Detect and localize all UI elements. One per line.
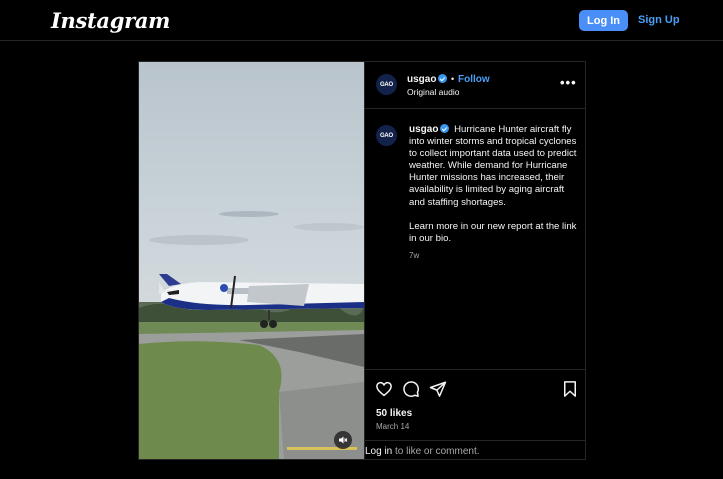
share-icon[interactable] (429, 380, 447, 398)
comment-icon[interactable] (402, 380, 420, 398)
author-avatar[interactable]: GAO (376, 74, 397, 95)
follow-button[interactable]: Follow (458, 74, 490, 85)
comment-prompt-text: to like or comment. (392, 446, 480, 457)
instagram-logo[interactable]: Instagram (51, 8, 170, 33)
more-options-icon[interactable]: ••• (560, 75, 577, 90)
caption-author-avatar[interactable]: GAO (376, 125, 397, 146)
top-navigation-bar: Instagram Log In Sign Up (0, 0, 723, 41)
heart-icon[interactable] (375, 380, 393, 398)
log-in-button[interactable]: Log In (579, 10, 628, 31)
caption-paragraph-1: Hurricane Hunter aircraft fly into winte… (409, 124, 577, 208)
post-header: GAO usgao • Follow Original audio ••• (365, 62, 585, 109)
author-username-link[interactable]: usgao (407, 74, 436, 85)
caption-author-username: usgao (409, 124, 450, 135)
caption-paragraph-2: Learn more in our new report at the link… (409, 220, 577, 244)
post-date: March 14 (376, 422, 410, 431)
audio-label[interactable]: Original audio (407, 87, 459, 97)
sign-up-link[interactable]: Sign Up (638, 14, 680, 26)
author-username: usgao (407, 74, 448, 85)
separator-dot: • (451, 74, 455, 84)
bookmark-icon[interactable] (561, 380, 579, 398)
post-actions: 50 likes March 14 Log in to like or comm… (365, 369, 585, 459)
video-frame (139, 62, 364, 459)
post-card: GAO usgao • Follow Original audio ••• GA… (138, 61, 586, 460)
caption-section: GAO usgao Hurricane Hunter aircraft fly … (365, 110, 585, 369)
verified-badge-icon (440, 124, 450, 133)
verified-badge-icon (438, 74, 448, 83)
mute-toggle-button[interactable] (334, 431, 352, 449)
comment-prompt: Log in to like or comment. (365, 440, 585, 459)
post-age[interactable]: 7w (409, 251, 419, 260)
likes-count[interactable]: 50 likes (376, 408, 412, 419)
log-in-link[interactable]: Log in (365, 446, 392, 457)
post-video[interactable] (139, 62, 364, 459)
muted-speaker-icon (339, 436, 348, 444)
post-sidebar: GAO usgao • Follow Original audio ••• GA… (364, 62, 585, 459)
caption-username-link[interactable]: usgao (409, 124, 438, 135)
post-caption: usgao Hurricane Hunter aircraft fly into… (409, 124, 581, 245)
